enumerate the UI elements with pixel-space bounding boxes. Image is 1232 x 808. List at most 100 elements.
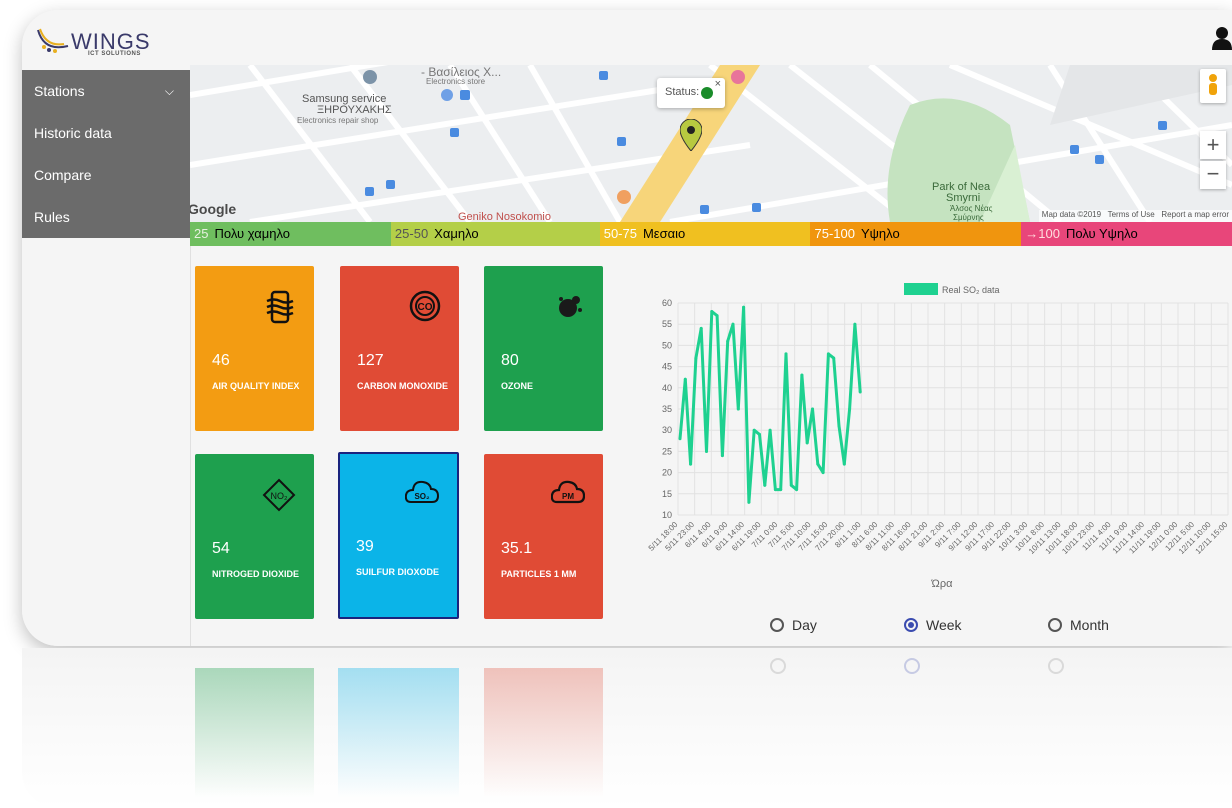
card-carbon-monoxide[interactable]: CO 127 CARBON MONOXIDE xyxy=(340,266,459,431)
chart-data-point xyxy=(853,322,857,326)
so2-line-chart: 60 55 50 45 40 35 30 25 20 15 10 5/11 18:00 5/11 23… xyxy=(612,265,1232,595)
mirror-reflection xyxy=(22,648,1232,808)
chart-legend-swatch xyxy=(904,283,938,295)
chart-y-tick-label: 50 xyxy=(662,340,672,350)
header: WINGS ICT SOLUTIONS xyxy=(22,10,1232,70)
card-particles[interactable]: PM 35.1 PARTICLES 1 MM xyxy=(484,454,603,619)
chart-y-tick-label: 25 xyxy=(662,446,672,456)
pm-icon: PM xyxy=(551,480,585,504)
logo[interactable]: WINGS ICT SOLUTIONS xyxy=(34,20,154,60)
svg-text:NO₂: NO₂ xyxy=(271,491,289,501)
chart-data-point xyxy=(747,500,751,504)
radio-label: Week xyxy=(926,617,962,633)
chart-y-tick-label: 55 xyxy=(662,319,672,329)
so2-icon: SO₂ xyxy=(405,480,439,503)
chart-y-tick-label: 20 xyxy=(662,468,672,478)
sidebar-item-label: Compare xyxy=(34,167,92,183)
chart-data-point xyxy=(773,488,777,492)
zoom-out-button[interactable]: − xyxy=(1200,161,1226,189)
card-label: CARBON MONOXIDE xyxy=(357,381,449,391)
chart-data-point xyxy=(816,462,820,466)
legend-range: 75-100 xyxy=(814,226,855,241)
sidebar-item-label: Rules xyxy=(34,209,70,225)
chart-data-point xyxy=(720,454,724,458)
chart-data-point xyxy=(758,432,761,436)
sidebar-item-historic-data[interactable]: Historic data xyxy=(22,112,190,154)
reflection-card xyxy=(195,668,314,798)
radio-label: Day xyxy=(792,617,817,633)
sidebar-item-rules[interactable]: Rules xyxy=(22,196,190,238)
legend-label: Πολυ Υψηλο xyxy=(1065,226,1138,241)
legend-range: →100 xyxy=(1025,226,1060,241)
map-place-label: Electronics repair shop xyxy=(297,116,379,125)
radio-week[interactable]: Week xyxy=(904,614,962,636)
radio-circle[interactable] xyxy=(1048,618,1062,632)
map-footer: Map data ©2019 Terms of Use Report a map… xyxy=(1038,210,1232,222)
chart-data-point xyxy=(752,428,756,432)
map-place-label: Άλσος Νέας xyxy=(950,204,993,213)
chart-data-point xyxy=(736,407,740,411)
app-window: WINGS ICT SOLUTIONS Stations ⌵ Historic … xyxy=(22,10,1232,646)
legend-range: 25 xyxy=(194,226,209,241)
station-map[interactable]: Samsung service ΞΗΡΟΥΧΑΚΗΣ Electronics r… xyxy=(190,65,1232,222)
chevron-down-icon: ⌵ xyxy=(164,84,174,98)
card-label: OZONE xyxy=(501,381,534,391)
chart-data-point xyxy=(699,326,703,330)
pegman-icon[interactable] xyxy=(1200,69,1226,103)
chart-svg: 6055504540353025201510 5/11 18:005/11 23… xyxy=(647,283,1230,590)
reflection-card xyxy=(338,668,459,798)
zoom-in-button[interactable]: + xyxy=(1200,131,1226,159)
chart-y-tick-label: 10 xyxy=(662,510,672,520)
map-place-label: Smyrni xyxy=(946,192,981,204)
chart-data-point xyxy=(826,352,830,356)
legend-low: 25-50 Χαμηλο xyxy=(390,222,600,246)
chart-data-point xyxy=(715,314,719,318)
sidebar-item-stations[interactable]: Stations ⌵ xyxy=(22,70,190,112)
card-air-quality-index[interactable]: 46 AIR QUALITY INDEX xyxy=(195,266,314,431)
logo-subtitle: ICT SOLUTIONS xyxy=(88,51,141,57)
reflection-card xyxy=(484,668,603,798)
card-label: PARTICLES 1 MM xyxy=(501,569,577,579)
radio-day[interactable]: Day xyxy=(770,614,817,636)
station-marker-icon[interactable] xyxy=(680,119,702,151)
sidebar-item-compare[interactable]: Compare xyxy=(22,154,190,196)
status-dot-icon xyxy=(701,87,713,99)
legend-label: Υψηλο xyxy=(860,226,900,241)
card-ozone[interactable]: 80 OZONE xyxy=(484,266,603,431)
close-icon[interactable]: × xyxy=(715,78,721,90)
legend-range: 50-75 xyxy=(603,226,637,241)
legend-label: Μεσαιο xyxy=(642,226,686,241)
card-value: 39 xyxy=(356,538,374,555)
chart-y-tick-label: 45 xyxy=(662,362,672,372)
status-popup[interactable]: Status: × xyxy=(657,78,725,108)
report-error-link[interactable]: Report a map error xyxy=(1161,210,1229,219)
chart-y-tick-label: 30 xyxy=(662,425,672,435)
map-place-label: ΞΗΡΟΥΧΑΚΗΣ xyxy=(317,104,392,116)
no2-icon: NO₂ xyxy=(262,478,296,512)
svg-text:PM: PM xyxy=(562,492,574,501)
user-icon[interactable] xyxy=(1212,26,1232,50)
content-left-panel xyxy=(22,246,191,646)
svg-text:CO: CO xyxy=(418,302,433,313)
card-label: NITROGED DIOXIDE xyxy=(212,569,300,579)
chart-data-point xyxy=(768,428,772,432)
chart-data-point xyxy=(832,356,836,360)
radio-circle[interactable] xyxy=(770,618,784,632)
aqi-legend-bar: 25 Πολυ χαμηλο 25-50 Χαμηλο 50-75 Μεσαιο 75… xyxy=(190,222,1232,246)
legend-range: 25-50 xyxy=(394,226,429,241)
card-nitrogen-dioxide[interactable]: NO₂ 54 NITROGED DIOXIDE xyxy=(195,454,314,619)
status-label: Status: xyxy=(665,86,700,98)
chart-data-point xyxy=(710,310,714,313)
terms-link[interactable]: Terms of Use xyxy=(1108,210,1155,219)
chart-data-point xyxy=(805,441,809,445)
chart-data-point xyxy=(694,356,698,360)
chart-data-point xyxy=(821,471,825,475)
radio-circle[interactable] xyxy=(904,618,918,632)
chart-data-point xyxy=(848,407,852,411)
radio-label: Month xyxy=(1070,617,1109,633)
chart-x-axis-label: Ώρα xyxy=(931,578,954,590)
card-sulfur-dioxide[interactable]: SO₂ 39 SUILFUR DIOXODE xyxy=(338,452,459,619)
radio-month[interactable]: Month xyxy=(1048,614,1109,636)
time-range-selector: Day Week Month xyxy=(770,614,1230,638)
chart-data-point xyxy=(795,488,799,492)
